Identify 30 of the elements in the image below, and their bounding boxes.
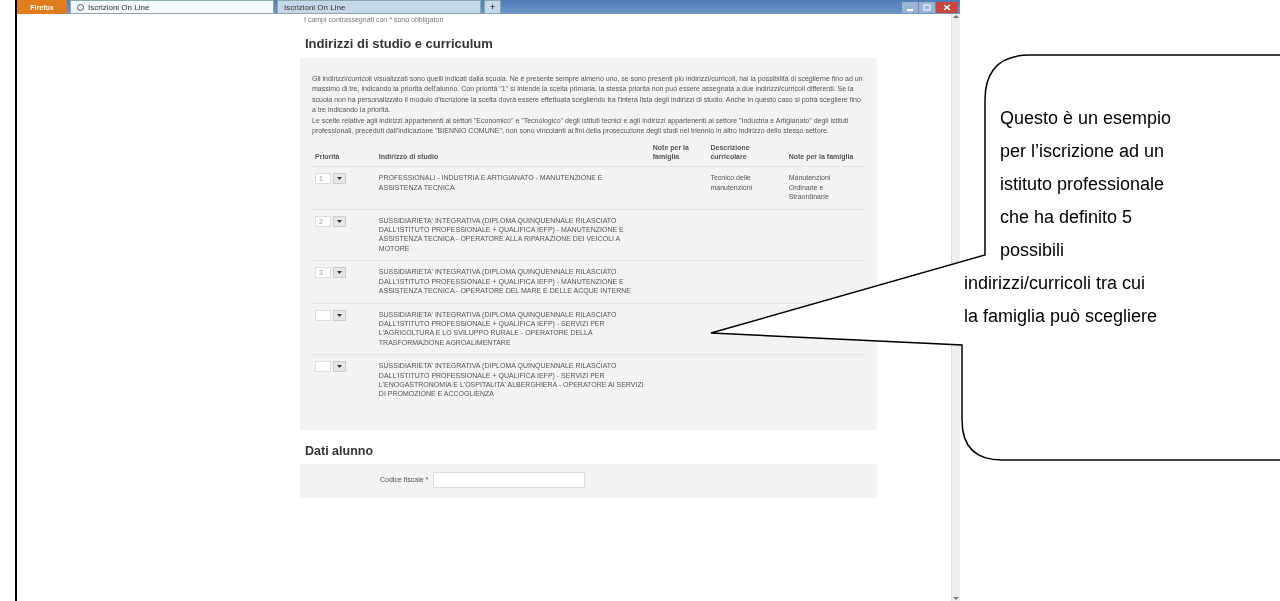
maximize-icon[interactable] [919,1,935,13]
priority-dropdown[interactable] [333,361,346,373]
caret-down-icon [337,219,342,223]
priority-field[interactable] [315,309,331,321]
priority-dropdown[interactable] [333,215,346,227]
priority-dropdown[interactable] [333,267,346,279]
callout-text: possibili [1000,239,1066,262]
close-icon[interactable] [936,1,958,13]
callout-text: la famiglia può scegliere [964,305,1159,328]
caret-down-icon [337,177,342,181]
browser-tab[interactable]: Iscrizioni On Line [70,0,274,14]
minimize-icon[interactable] [902,1,918,13]
callout-text: Questo è un esempio [1000,107,1172,130]
callout-text: che ha definito 5 [1000,206,1134,229]
caret-down-icon [337,271,342,275]
callout-text: indirizzi/curricoli tra cui [964,272,1147,295]
section-title: Dati alunno [305,443,375,458]
scroll-down-icon[interactable] [953,596,959,601]
section-title: Indirizzi di studio e curriculum [305,36,494,51]
globe-icon [77,3,84,11]
caret-down-icon [337,365,342,369]
input-field[interactable] [433,471,586,488]
browser-tab[interactable]: Iscrizioni On Line [277,0,481,14]
callout-text: istituto professionale [1000,173,1166,196]
caret-down-icon [337,313,342,317]
callout-text: per l’iscrizione ad un [1000,140,1166,163]
new-tab-button[interactable]: + [484,0,502,14]
priority-dropdown[interactable] [333,173,346,185]
priority-field[interactable] [315,361,331,373]
priority-dropdown[interactable] [333,309,346,321]
